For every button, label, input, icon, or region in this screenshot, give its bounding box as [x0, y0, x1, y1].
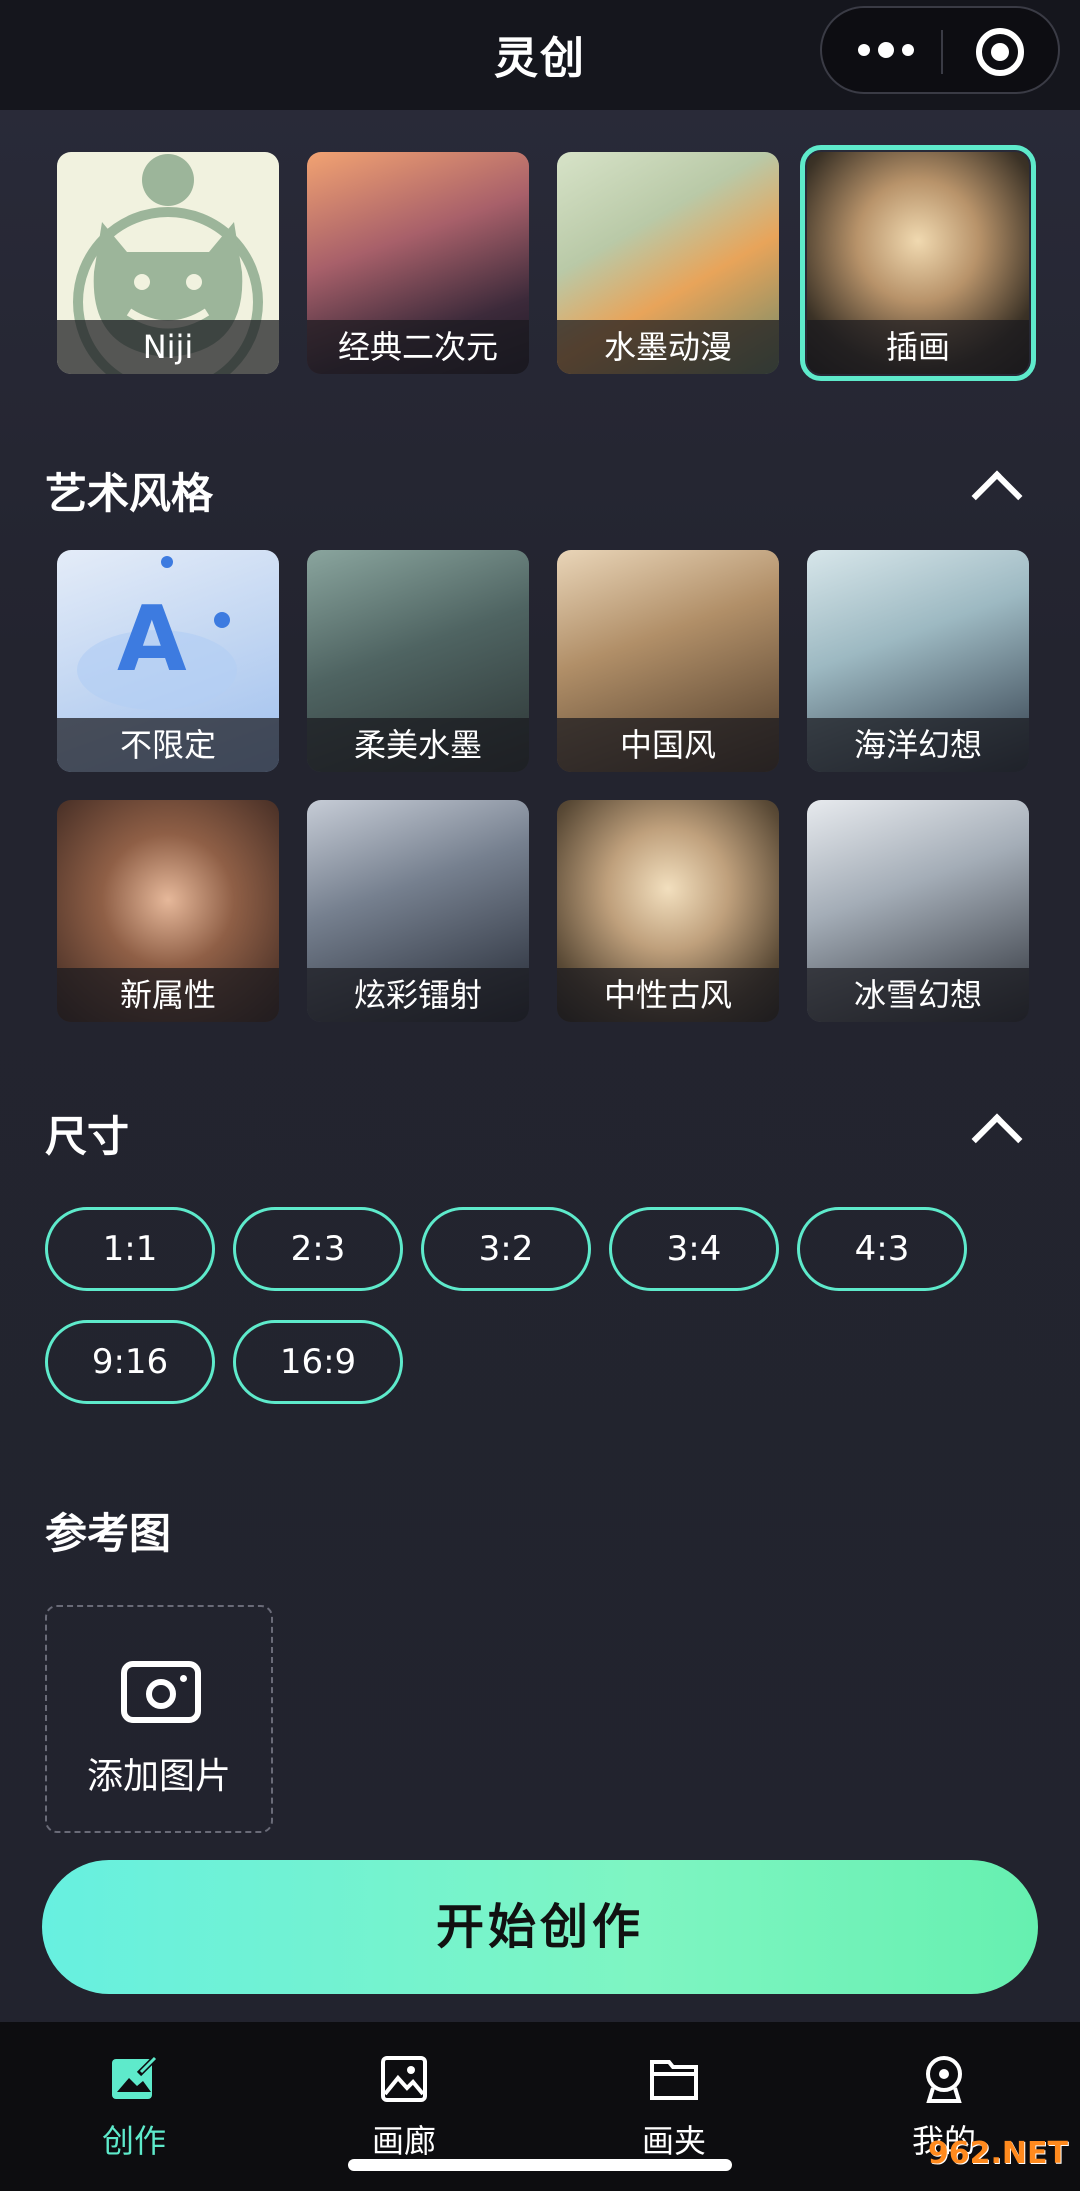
nav-item-folder[interactable]: 画夹: [574, 2054, 774, 2162]
gallery-icon: [379, 2054, 429, 2104]
art-style-title: 艺术风格: [45, 469, 214, 518]
home-indicator: [348, 2159, 732, 2171]
model-card-label: 经典二次元: [307, 320, 529, 374]
model-card-illustration[interactable]: 插画: [800, 145, 1036, 381]
model-row: Niji 经典二次元 水墨动漫 插画: [57, 145, 1036, 381]
add-image-button[interactable]: 添加图片: [45, 1605, 273, 1833]
folder-icon: [649, 2054, 699, 2104]
camera-icon: [121, 1661, 201, 1723]
nav-item-create[interactable]: 创作: [34, 2054, 234, 2162]
model-card-ink-anime[interactable]: 水墨动漫: [557, 152, 779, 374]
ratio-chip-4-3[interactable]: 4:3: [797, 1207, 967, 1291]
profile-icon: [919, 2054, 969, 2104]
size-title: 尺寸: [45, 1112, 130, 1161]
style-card-label: 柔美水墨: [307, 718, 529, 772]
style-card-label: 海洋幻想: [807, 718, 1029, 772]
style-card-label: 不限定: [57, 718, 279, 772]
collapse-chevron-icon[interactable]: [971, 470, 1023, 522]
ratio-chip-3-2[interactable]: 3:2: [421, 1207, 591, 1291]
target-circle-icon[interactable]: [976, 28, 1024, 76]
nav-item-gallery[interactable]: 画廊: [304, 2054, 504, 2162]
nav-label: 创作: [101, 2122, 166, 2160]
ratio-chip-16-9[interactable]: 16:9: [233, 1320, 403, 1404]
capsule-divider: [941, 30, 943, 74]
create-image-icon: [109, 2054, 159, 2104]
model-card-label: 水墨动漫: [557, 320, 779, 374]
reference-title: 参考图: [45, 1509, 172, 1558]
ratio-chip-1-1[interactable]: 1:1: [45, 1207, 215, 1291]
style-card-label: 冰雪幻想: [807, 968, 1029, 1022]
style-card-label: 中国风: [557, 718, 779, 772]
model-card-label: Niji: [57, 320, 279, 374]
collapse-chevron-icon[interactable]: [971, 1113, 1023, 1165]
watermark-logo: 962.NET: [927, 2136, 1068, 2171]
model-card-classic-anime[interactable]: 经典二次元: [307, 152, 529, 374]
ratio-chip-2-3[interactable]: 2:3: [233, 1207, 403, 1291]
ratio-chip-3-4[interactable]: 3:4: [609, 1207, 779, 1291]
page: 灵创 Niji 经典二次元 水墨动漫 插画 艺术风格 A 不限定 柔美水墨 中国…: [0, 0, 1080, 2191]
nav-label: 画夹: [641, 2122, 706, 2160]
art-style-row-2: 新属性 炫彩镭射 中性古风 冰雪幻想: [57, 800, 1029, 1022]
svg-text:A: A: [117, 587, 187, 692]
style-card-unlimited[interactable]: A 不限定: [57, 550, 279, 772]
style-card-soft-ink[interactable]: 柔美水墨: [307, 550, 529, 772]
model-card-label: 插画: [807, 320, 1029, 374]
style-card-ocean-fantasy[interactable]: 海洋幻想: [807, 550, 1029, 772]
art-style-row-1: A 不限定 柔美水墨 中国风 海洋幻想: [57, 550, 1029, 772]
add-image-label: 添加图片: [86, 1756, 231, 1797]
ratio-chip-9-16[interactable]: 9:16: [45, 1320, 215, 1404]
style-card-label: 中性古风: [557, 968, 779, 1022]
style-card-label: 炫彩镭射: [307, 968, 529, 1022]
app-header: 灵创: [0, 0, 1080, 110]
start-create-button[interactable]: 开始创作: [42, 1860, 1038, 1994]
style-card-new-attribute[interactable]: 新属性: [57, 800, 279, 1022]
style-card-neutral-ancient[interactable]: 中性古风: [557, 800, 779, 1022]
style-card-laser[interactable]: 炫彩镭射: [307, 800, 529, 1022]
style-card-label: 新属性: [57, 968, 279, 1022]
more-dots-icon[interactable]: [858, 42, 914, 58]
mini-program-capsule: [820, 6, 1060, 94]
style-card-ice-fantasy[interactable]: 冰雪幻想: [807, 800, 1029, 1022]
style-card-chinese[interactable]: 中国风: [557, 550, 779, 772]
nav-label: 画廊: [371, 2122, 436, 2160]
model-card-niji[interactable]: Niji: [57, 152, 279, 374]
